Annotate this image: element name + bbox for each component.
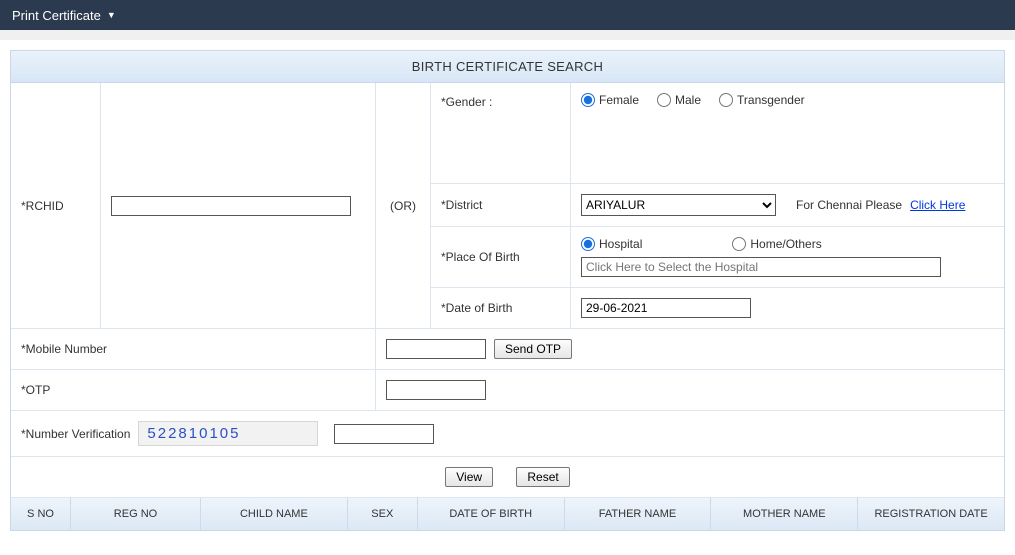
gender-male-option[interactable]: Male: [657, 93, 701, 107]
or-label: (OR): [376, 83, 431, 328]
chevron-down-icon: ▼: [107, 10, 116, 20]
rchid-cell: [101, 83, 376, 328]
mobile-cell: Send OTP: [376, 329, 1004, 369]
nv-cell: *Number Verification 522810105: [11, 411, 1004, 456]
chennai-note: For Chennai Please: [796, 198, 902, 212]
th-father: FATHER NAME: [565, 498, 712, 530]
dob-input[interactable]: [581, 298, 751, 318]
print-certificate-menu[interactable]: Print Certificate ▼: [12, 8, 116, 23]
th-mother: MOTHER NAME: [711, 498, 858, 530]
otp-input[interactable]: [386, 380, 486, 400]
nv-input[interactable]: [334, 424, 434, 444]
th-regno: REG NO: [71, 498, 201, 530]
gender-female-radio[interactable]: [581, 93, 595, 107]
hospital-input[interactable]: [581, 257, 941, 277]
th-sex: SEX: [348, 498, 418, 530]
send-otp-button[interactable]: Send OTP: [494, 339, 572, 359]
district-select[interactable]: ARIYALUR: [581, 194, 776, 216]
results-table-header: S NO REG NO CHILD NAME SEX DATE OF BIRTH…: [11, 498, 1004, 530]
otp-cell: [376, 370, 1004, 410]
gender-female-option[interactable]: Female: [581, 93, 639, 107]
rchid-label: *RCHID: [11, 83, 101, 328]
nv-code-display: 522810105: [138, 421, 318, 446]
spacer: [0, 30, 1015, 40]
mobile-input[interactable]: [386, 339, 486, 359]
th-regdate: REGISTRATION DATE: [858, 498, 1004, 530]
district-cell: ARIYALUR For Chennai Please Click Here: [571, 184, 1004, 226]
gender-trans-radio[interactable]: [719, 93, 733, 107]
gender-label: *Gender :: [431, 83, 571, 183]
pob-home-radio[interactable]: [732, 237, 746, 251]
search-panel: BIRTH CERTIFICATE SEARCH *RCHID (OR) *Ge…: [10, 50, 1005, 531]
chennai-link[interactable]: Click Here: [910, 198, 965, 212]
dob-label: *Date of Birth: [431, 288, 571, 328]
pob-hospital-radio[interactable]: [581, 237, 595, 251]
otp-label: *OTP: [11, 370, 376, 410]
gender-cell: Female Male Transgender: [571, 83, 1004, 183]
th-sno: S NO: [11, 498, 71, 530]
pob-hospital-option[interactable]: Hospital: [581, 237, 642, 251]
action-row: View Reset: [11, 457, 1004, 498]
district-label: *District: [431, 184, 571, 226]
pob-home-option[interactable]: Home/Others: [732, 237, 821, 251]
view-button[interactable]: View: [445, 467, 493, 487]
panel-title: BIRTH CERTIFICATE SEARCH: [11, 51, 1004, 83]
nv-label: *Number Verification: [21, 427, 130, 441]
th-dob: DATE OF BIRTH: [418, 498, 565, 530]
pob-cell: Hospital Home/Others: [571, 227, 1004, 287]
right-criteria-stack: *Gender : Female Male: [431, 83, 1004, 328]
pob-label: *Place Of Birth: [431, 227, 571, 287]
gender-trans-option[interactable]: Transgender: [719, 93, 805, 107]
gender-male-radio[interactable]: [657, 93, 671, 107]
top-navbar: Print Certificate ▼: [0, 0, 1015, 30]
print-certificate-label: Print Certificate: [12, 8, 101, 23]
mobile-label: *Mobile Number: [11, 329, 376, 369]
reset-button[interactable]: Reset: [516, 467, 569, 487]
th-child: CHILD NAME: [201, 498, 348, 530]
dob-cell: [571, 288, 1004, 328]
rchid-input[interactable]: [111, 196, 351, 216]
